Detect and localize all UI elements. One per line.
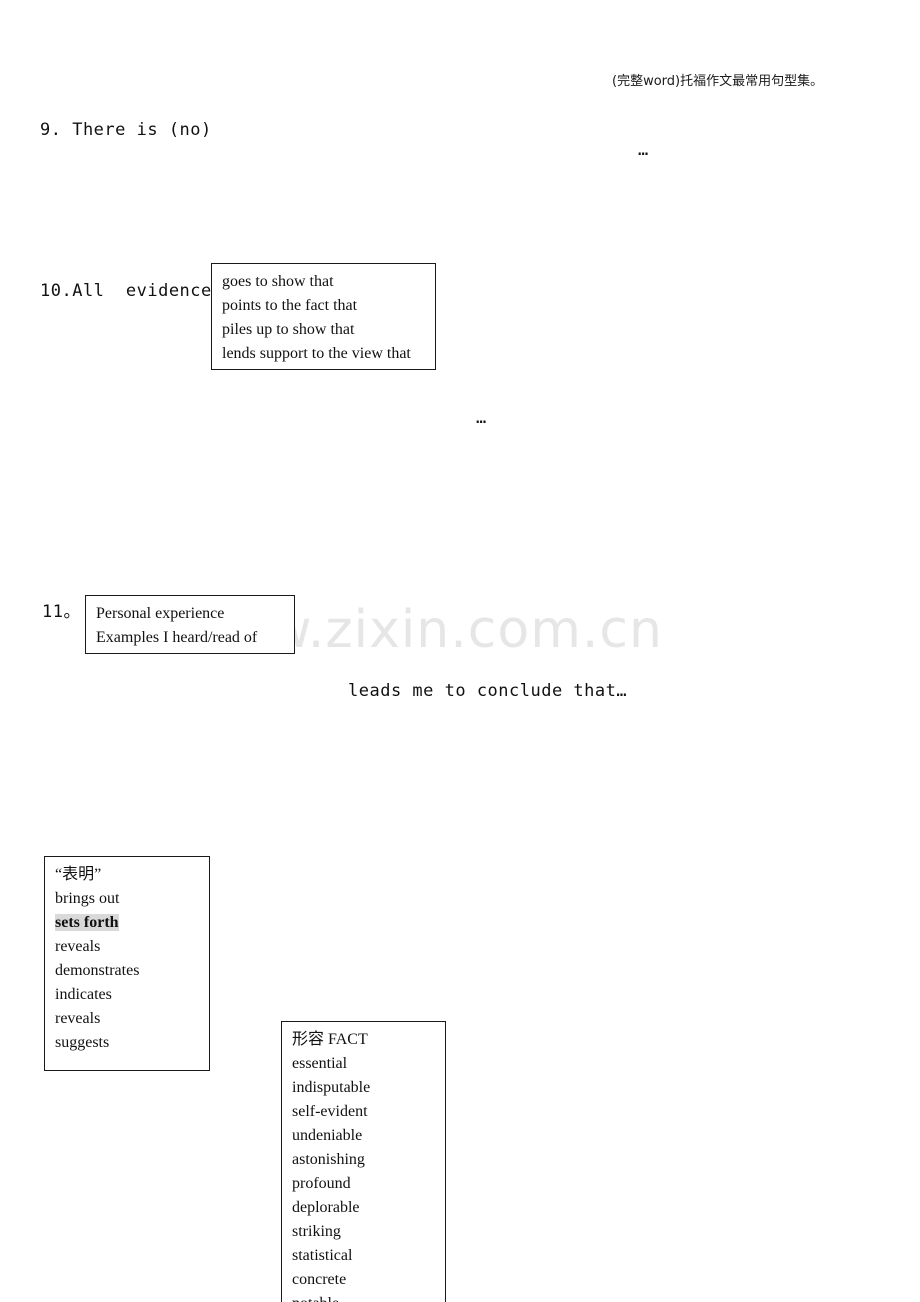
list-item: piles up to show that bbox=[222, 321, 355, 338]
list-item: indicates bbox=[55, 986, 112, 1003]
list-item: self-evident bbox=[292, 1103, 368, 1120]
item-9-ellipsis: … bbox=[638, 140, 649, 160]
item-11-tail: leads me to conclude that… bbox=[348, 681, 628, 701]
list-item: goes to show that bbox=[222, 273, 334, 290]
list-item: striking bbox=[292, 1223, 341, 1240]
list-item: astonishing bbox=[292, 1151, 365, 1168]
biaoming-vocab-box: “表明” brings out sets forth reveals demon… bbox=[44, 856, 210, 1071]
list-item: concrete bbox=[292, 1271, 347, 1288]
list-item: demonstrates bbox=[55, 962, 140, 979]
list-item: notable bbox=[292, 1292, 435, 1302]
fact-box-title: 形容 FACT bbox=[292, 1031, 368, 1048]
list-item: suggests bbox=[55, 1034, 110, 1051]
item-10-ellipsis: … bbox=[476, 408, 487, 428]
item-10-options-box: goes to show that points to the fact tha… bbox=[211, 263, 436, 370]
list-item: deplorable bbox=[292, 1199, 360, 1216]
list-item: Examples I heard/read of bbox=[96, 629, 258, 646]
list-item: statistical bbox=[292, 1247, 353, 1264]
item-10-label: 10.All evidence bbox=[40, 281, 212, 301]
document-header-note: (完整word)托福作文最常用句型集。 bbox=[612, 74, 824, 89]
document-page: www.zixin.com.cn (完整word)托福作文最常用句型集。 9. … bbox=[0, 0, 920, 1302]
list-item: points to the fact that bbox=[222, 297, 358, 314]
list-item: indisputable bbox=[292, 1079, 371, 1096]
list-item: essential bbox=[292, 1055, 348, 1072]
item-9-label: 9. There is (no) bbox=[40, 120, 212, 140]
list-item: reveals bbox=[55, 1010, 101, 1027]
fact-vocab-box: 形容 FACT essential indisputable self-evid… bbox=[281, 1021, 446, 1302]
item-11-options-box: Personal experience Examples I heard/rea… bbox=[85, 595, 295, 654]
list-item: Personal experience bbox=[96, 605, 225, 622]
list-item: brings out bbox=[55, 890, 120, 907]
list-item: profound bbox=[292, 1175, 351, 1192]
biaoming-box-title: “表明” bbox=[55, 866, 102, 883]
list-item: reveals bbox=[55, 938, 101, 955]
list-item: lends support to the view that bbox=[222, 345, 411, 362]
list-item-highlighted: sets forth bbox=[55, 914, 119, 931]
list-item: undeniable bbox=[292, 1127, 363, 1144]
